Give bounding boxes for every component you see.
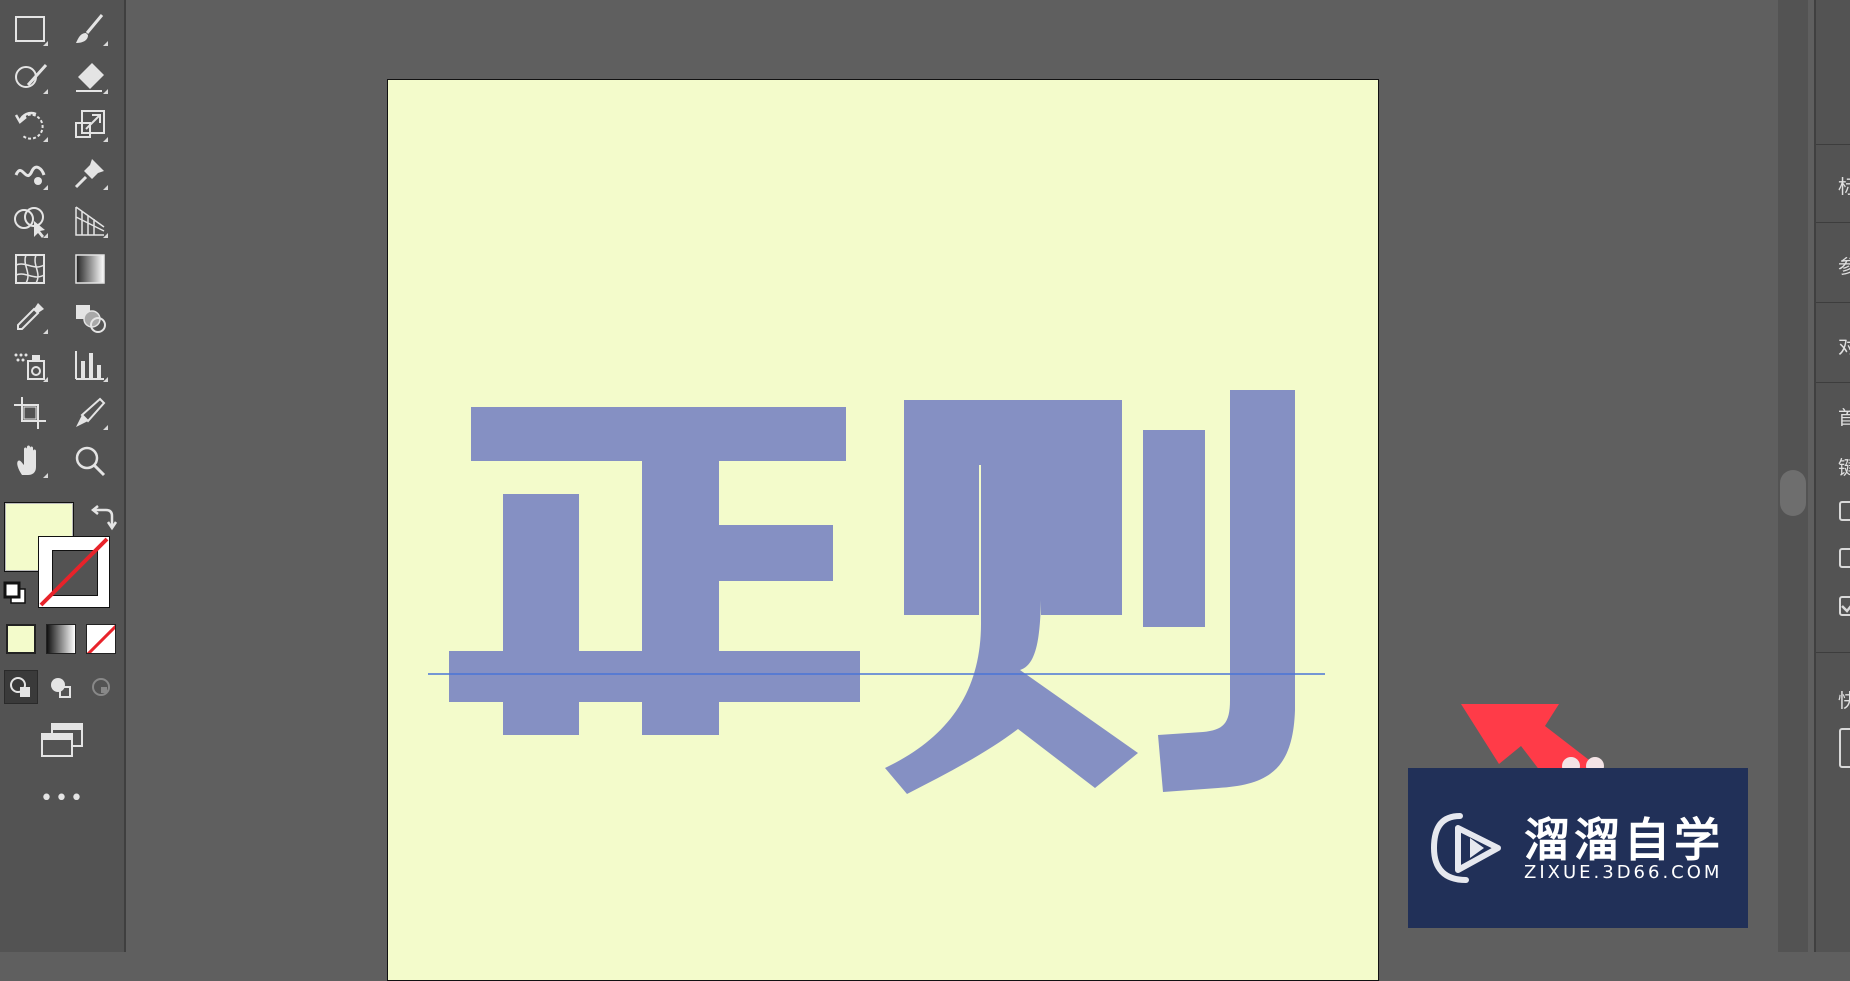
artboard[interactable] bbox=[387, 79, 1379, 981]
zoom-tool[interactable] bbox=[66, 438, 114, 484]
scrollbar-thumb[interactable] bbox=[1780, 470, 1806, 516]
warp-tool[interactable] bbox=[6, 150, 54, 196]
pen-tool[interactable] bbox=[66, 390, 114, 436]
mesh-tool[interactable] bbox=[6, 246, 54, 292]
panel-label-0: 标 bbox=[1838, 172, 1850, 199]
panel-label-3: 首 bbox=[1838, 403, 1850, 430]
none-slash-icon bbox=[87, 625, 115, 653]
watermark-url: ZIXUE.3D66.COM bbox=[1524, 862, 1723, 883]
rotate-tool[interactable] bbox=[6, 102, 54, 148]
glyph-ze[interactable] bbox=[885, 390, 1295, 794]
draw-inside-button[interactable] bbox=[84, 670, 118, 704]
pin-tool[interactable] bbox=[66, 150, 114, 196]
tools-panel: ••• bbox=[0, 0, 126, 952]
properties-panel: 标 参 对 首 键 快 bbox=[1814, 0, 1850, 952]
watermark-banner: 溜溜自学 ZIXUE.3D66.COM bbox=[1408, 768, 1748, 928]
blend-tool-icon bbox=[76, 305, 106, 333]
no-stroke-slash-icon bbox=[39, 537, 109, 607]
none-mode-button[interactable] bbox=[86, 624, 116, 654]
perspective-grid-tool[interactable] bbox=[66, 198, 114, 244]
checkmark-icon bbox=[1841, 605, 1850, 613]
scale-tool[interactable] bbox=[66, 102, 114, 148]
eraser-tool[interactable] bbox=[66, 54, 114, 100]
draw-behind-button[interactable] bbox=[44, 670, 78, 704]
artboard-tool[interactable] bbox=[6, 390, 54, 436]
glyph-zheng[interactable] bbox=[449, 407, 860, 735]
column-graph-tool[interactable] bbox=[66, 342, 114, 388]
paintbrush-tool[interactable] bbox=[66, 6, 114, 52]
draw-normal-button[interactable] bbox=[4, 670, 38, 704]
swap-fill-stroke-icon[interactable] bbox=[88, 502, 118, 532]
panel-checkbox-0[interactable] bbox=[1839, 501, 1850, 521]
zoom-tool-icon bbox=[75, 446, 106, 477]
gradient-tool[interactable] bbox=[66, 246, 114, 292]
panel-field-stub[interactable] bbox=[1839, 728, 1850, 768]
panel-label-2: 对 bbox=[1838, 332, 1850, 359]
watermark-brand: 溜溜自学 bbox=[1524, 813, 1724, 867]
shape-builder-tool[interactable] bbox=[6, 198, 54, 244]
blend-tool[interactable] bbox=[66, 294, 114, 340]
shaper-tool[interactable] bbox=[6, 54, 54, 100]
hand-tool[interactable] bbox=[6, 438, 54, 484]
panel-label-1: 参 bbox=[1838, 252, 1850, 279]
more-tools-button[interactable]: ••• bbox=[40, 788, 84, 814]
panel-label-4: 键 bbox=[1838, 453, 1850, 480]
rectangle-tool[interactable] bbox=[6, 6, 54, 52]
stroke-color-swatch[interactable] bbox=[38, 536, 110, 608]
mesh-tool-icon bbox=[15, 254, 45, 284]
artwork-glyphs[interactable] bbox=[388, 80, 1378, 953]
panel-checkbox-1[interactable] bbox=[1839, 548, 1850, 568]
gradient-mode-button[interactable] bbox=[46, 624, 76, 654]
panel-label-5: 快 bbox=[1838, 686, 1850, 713]
zixue-logo-icon bbox=[1430, 813, 1501, 883]
gradient-tool-icon bbox=[75, 254, 105, 284]
default-fill-stroke-icon[interactable] bbox=[2, 580, 28, 606]
color-mode-button[interactable] bbox=[6, 624, 36, 654]
draw-inside-icon bbox=[92, 678, 110, 696]
screen-mode-icon[interactable] bbox=[36, 720, 88, 760]
draw-normal-icon bbox=[10, 677, 30, 697]
symbol-sprayer-tool[interactable] bbox=[6, 342, 54, 388]
artboard-tool-icon bbox=[14, 397, 46, 429]
draw-behind-icon bbox=[51, 678, 71, 698]
eyedropper-tool[interactable] bbox=[6, 294, 54, 340]
panel-checkbox-2[interactable] bbox=[1839, 596, 1850, 616]
